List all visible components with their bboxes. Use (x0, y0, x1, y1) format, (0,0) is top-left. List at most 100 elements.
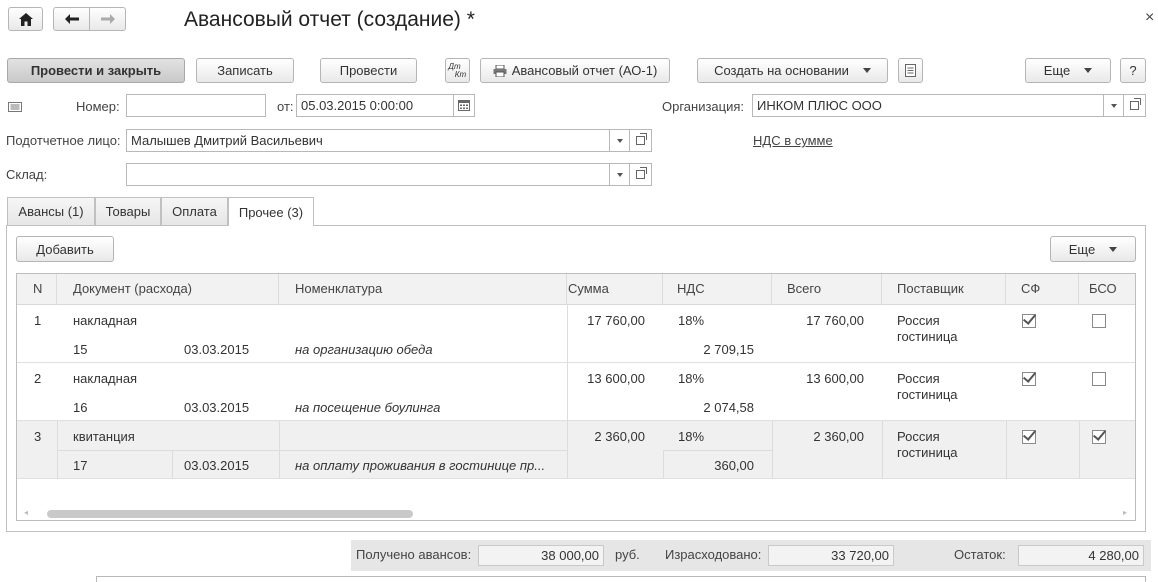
total: 17 760,00 (806, 313, 864, 328)
table-header: N Документ (расхода) Номенклатура Сумма … (17, 274, 1135, 305)
open-icon (1130, 98, 1141, 110)
col-nomenclature[interactable]: Номенклатура (279, 274, 567, 305)
calendar-button[interactable] (454, 94, 475, 117)
date-label: от: (277, 99, 294, 114)
more-button[interactable]: Еще (1025, 58, 1111, 83)
print-report-label: Авансовый отчет (АО-1) (511, 63, 658, 78)
post-and-close-button[interactable]: Провести и закрыть (7, 58, 185, 83)
number-input[interactable] (126, 94, 266, 117)
accountable-person-dropdown-button[interactable] (610, 129, 630, 152)
col-total[interactable]: Всего (772, 274, 882, 305)
home-icon (18, 12, 33, 26)
tab-goods[interactable]: Товары (95, 197, 161, 225)
col-bso[interactable]: БСО (1079, 274, 1135, 305)
organization-dropdown-button[interactable] (1104, 94, 1124, 117)
horizontal-scrollbar[interactable] (47, 510, 413, 518)
arrow-right-icon (100, 14, 115, 24)
chevron-down-icon (1084, 68, 1093, 73)
row-number: 3 (34, 429, 42, 444)
accountable-person-open-button[interactable] (630, 129, 652, 152)
tab-payment[interactable]: Оплата (161, 197, 228, 225)
document-date: 03.03.2015 (184, 342, 250, 357)
table-row-selected[interactable]: 3 квитанция 17 03.03.2015 на оплату прож… (17, 421, 1135, 479)
sum: 17 760,00 (587, 313, 645, 328)
forward-button[interactable] (89, 7, 126, 31)
bso-checkbox[interactable] (1092, 430, 1106, 444)
organization-input[interactable]: ИНКОМ ПЛЮС ООО (752, 94, 1104, 117)
document-number: 16 (73, 400, 88, 415)
bso-checkbox[interactable] (1092, 372, 1106, 386)
printer-icon (493, 64, 507, 77)
table-more-button[interactable]: Еще (1050, 236, 1136, 262)
spent-label: Израсходовано: (665, 547, 762, 562)
arrow-left-icon (64, 14, 79, 24)
tab-other[interactable]: Прочее (3) (228, 197, 314, 226)
bso-checkbox[interactable] (1092, 314, 1106, 328)
tab-advances[interactable]: Авансы (1) (7, 197, 95, 225)
chevron-down-icon (616, 172, 623, 177)
received-advances-value: 38 000,00 (478, 545, 604, 566)
balance-label: Остаток: (954, 547, 1006, 562)
calendar-icon (458, 100, 470, 111)
document-type: накладная (73, 313, 138, 328)
date-input[interactable]: 05.03.2015 0:00:00 (296, 94, 454, 117)
comment-field[interactable] (96, 576, 1146, 582)
sf-checkbox[interactable] (1022, 314, 1036, 328)
balance-value: 4 280,00 (1018, 545, 1144, 566)
table-row[interactable]: 1 накладная 15 03.03.2015 на организацию… (17, 305, 1135, 363)
table-more-label: Еще (1068, 241, 1096, 257)
sum: 2 360,00 (594, 429, 645, 444)
vat-sum: 2 709,15 (703, 342, 754, 357)
back-button[interactable] (53, 7, 90, 31)
dt-kt-button[interactable]: Дт Кт (445, 58, 470, 83)
total: 2 360,00 (813, 429, 864, 444)
nomenclature: на организацию обеда (295, 342, 433, 357)
vat-rate: 18% (678, 429, 705, 444)
vat-in-sum-link[interactable]: НДС в сумме (753, 133, 833, 148)
warehouse-open-button[interactable] (630, 163, 652, 186)
other-expenses-table: N Документ (расхода) Номенклатура Сумма … (16, 273, 1136, 521)
window-title: Авансовый отчет (создание) * (184, 8, 475, 31)
total: 13 600,00 (806, 371, 864, 386)
table-row[interactable]: 2 накладная 16 03.03.2015 на посещение б… (17, 363, 1135, 421)
warehouse-input[interactable] (126, 163, 610, 186)
spent-value: 33 720,00 (768, 545, 894, 566)
document-icon (905, 64, 916, 77)
vat-sum: 360,00 (714, 458, 754, 473)
create-based-on-button[interactable]: Создать на основании (697, 58, 888, 83)
col-sf[interactable]: СФ (1006, 274, 1079, 305)
warehouse-label: Склад: (6, 167, 48, 182)
accountable-person-label: Подотчетное лицо: (6, 133, 121, 148)
save-button[interactable]: Записать (196, 58, 294, 83)
organization-label: Организация: (662, 99, 745, 114)
list-icon (8, 100, 22, 115)
col-n[interactable]: N (17, 274, 57, 305)
add-row-button[interactable]: Добавить (16, 236, 114, 262)
open-icon (636, 133, 647, 145)
sf-checkbox[interactable] (1022, 430, 1036, 444)
supplier: Россия (897, 371, 940, 386)
close-icon[interactable]: × (1145, 9, 1154, 27)
document-number: 15 (73, 342, 88, 357)
scroll-right-icon[interactable]: ▸ (1123, 508, 1127, 517)
number-label: Номер: (76, 99, 120, 114)
scroll-left-icon[interactable]: ◂ (24, 508, 28, 517)
document-date: 03.03.2015 (184, 458, 250, 473)
nomenclature: на оплату проживания в гостинице пр... (295, 458, 546, 473)
received-advances-label: Получено авансов: (356, 547, 472, 562)
sf-checkbox[interactable] (1022, 372, 1036, 386)
create-based-on-label: Создать на основании (714, 63, 849, 78)
report-structure-button[interactable] (898, 58, 923, 83)
post-button[interactable]: Провести (320, 58, 417, 83)
col-sum[interactable]: Сумма (567, 274, 663, 305)
col-vat[interactable]: НДС (663, 274, 772, 305)
document-type: квитанция (73, 429, 135, 444)
home-button[interactable] (8, 7, 43, 31)
print-report-button[interactable]: Авансовый отчет (АО-1) (480, 58, 670, 83)
organization-open-button[interactable] (1124, 94, 1146, 117)
accountable-person-input[interactable]: Малышев Дмитрий Васильевич (126, 129, 610, 152)
col-document[interactable]: Документ (расхода) (57, 274, 279, 305)
warehouse-dropdown-button[interactable] (610, 163, 630, 186)
help-button[interactable]: ? (1120, 58, 1146, 83)
col-supplier[interactable]: Поставщик (882, 274, 1006, 305)
